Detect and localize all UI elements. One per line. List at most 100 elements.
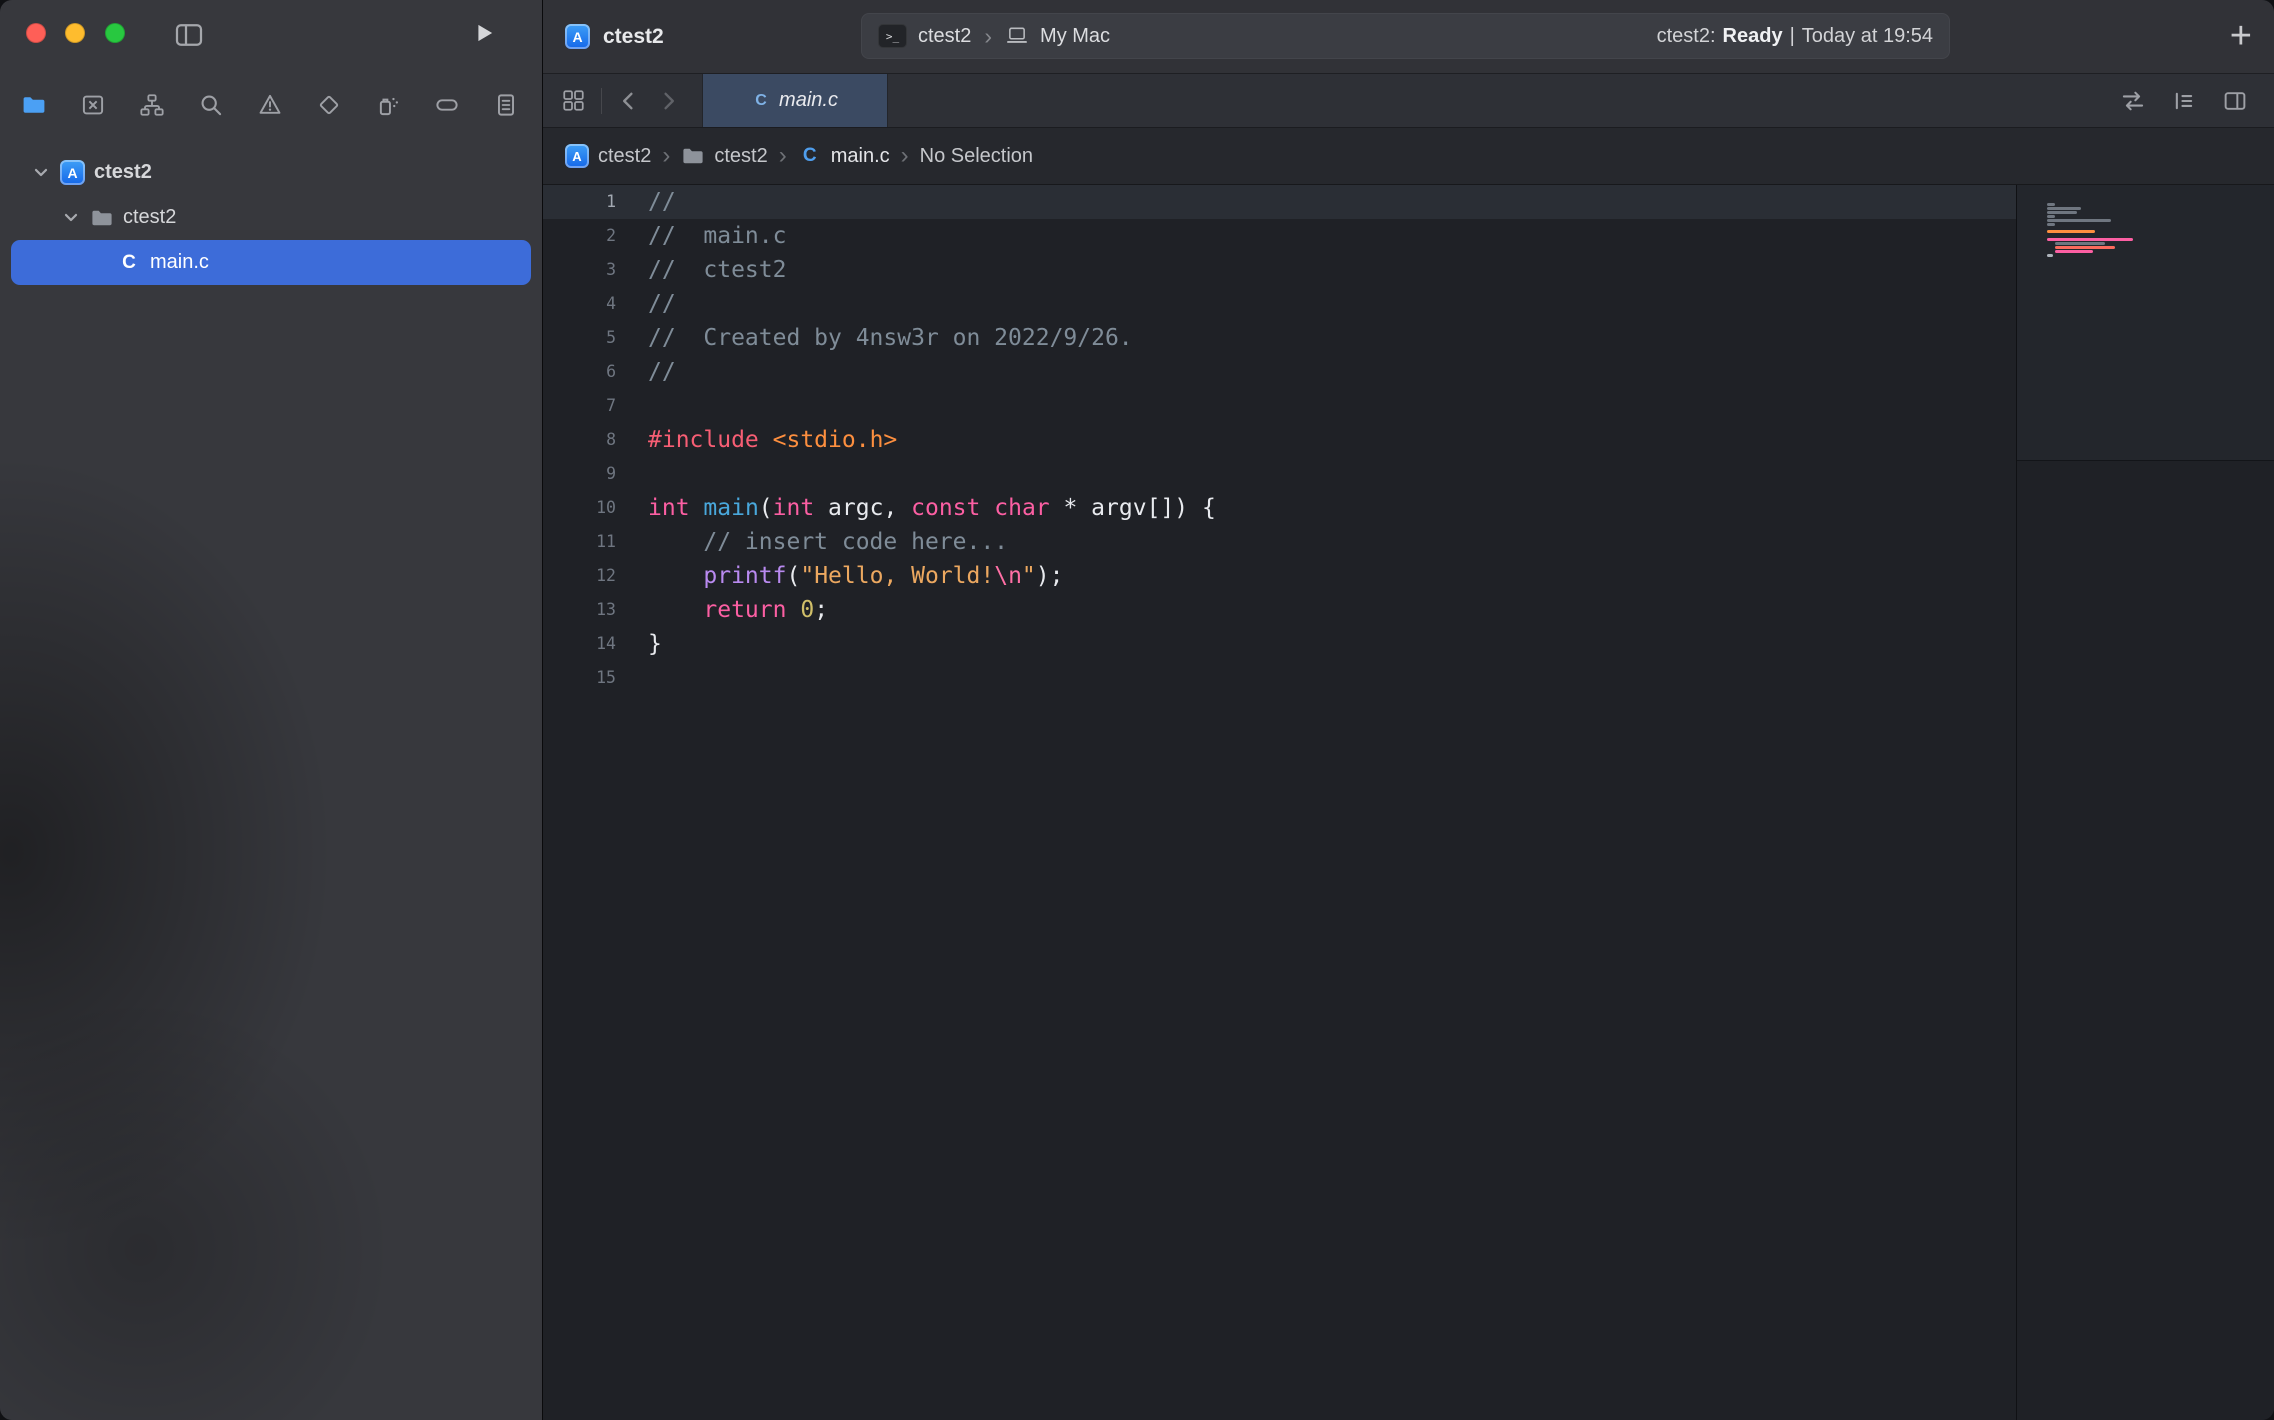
code-line: 14}: [543, 627, 2016, 661]
code-line: 2// main.c: [543, 219, 2016, 253]
status-time-label: Today at 19:54: [1802, 25, 1933, 48]
disclosure-chevron-icon[interactable]: [61, 208, 81, 228]
line-number: 4: [543, 287, 616, 321]
line-number: 10: [543, 491, 616, 525]
scheme-target-label: ctest2: [918, 25, 971, 48]
scheme-menu[interactable]: >_ ctest2: [878, 24, 971, 48]
report-navigator[interactable]: [490, 88, 522, 122]
breadcrumb-item-main.c[interactable]: Cmain.c: [798, 145, 890, 168]
tab-bar-controls: [543, 74, 702, 127]
code-text: [616, 389, 648, 423]
minimap-bar: [2047, 230, 2095, 233]
minimap-content: [2017, 185, 2274, 461]
breadcrumb-label: main.c: [831, 145, 890, 168]
minimap-bar: [2047, 223, 2055, 226]
editor-options-icon[interactable]: [2171, 88, 2197, 114]
sidebar-titlebar: [0, 0, 542, 84]
minimap-bar: [2055, 246, 2115, 249]
editor-tab-main.c[interactable]: Cmain.c: [702, 74, 888, 127]
breakpoint-navigator[interactable]: [431, 88, 463, 122]
tree-item-label: ctest2: [123, 206, 176, 229]
tree-item-main.c[interactable]: Cmain.c: [11, 240, 531, 285]
folder-icon: [90, 206, 114, 230]
zoom-window-button[interactable]: [105, 23, 125, 43]
warning-icon: [257, 92, 283, 118]
close-window-button[interactable]: [26, 23, 46, 43]
code-text: //: [616, 185, 676, 219]
code-text: //: [616, 287, 676, 321]
breadcrumb-item-ctest2[interactable]: ctest2: [681, 144, 767, 168]
line-number: 3: [543, 253, 616, 287]
find-navigator[interactable]: [195, 88, 227, 122]
add-editor-icon[interactable]: [2222, 88, 2248, 114]
minimap[interactable]: [2016, 185, 2274, 1420]
tab-bar: Cmain.c: [543, 74, 2274, 128]
destination-label: My Mac: [1040, 25, 1110, 48]
disclosure-chevron-icon[interactable]: [31, 163, 51, 183]
xcode-window: Actest2ctest2Cmain.c A ctest2 >_ ctest2 …: [0, 0, 2274, 1420]
breadcrumb-label: ctest2: [714, 145, 767, 168]
minimap-bar: [2047, 219, 2111, 222]
project-navigator[interactable]: [18, 88, 50, 122]
run-button[interactable]: [470, 19, 498, 47]
line-number: 13: [543, 593, 616, 627]
window-title: ctest2: [603, 25, 664, 49]
project-tree: Actest2ctest2Cmain.c: [0, 150, 542, 285]
source-control-navigator[interactable]: [77, 88, 109, 122]
code-text: printf("Hello, World!\n");: [616, 559, 1063, 593]
line-number: 9: [543, 457, 616, 491]
breadcrumb-item-no-selection[interactable]: No Selection: [920, 145, 1033, 168]
chevron-separator-icon: ›: [662, 142, 670, 170]
line-number: 15: [543, 661, 616, 695]
line-number: 7: [543, 389, 616, 423]
code-text: //: [616, 355, 676, 389]
tree-item-ctest2[interactable]: ctest2: [11, 195, 531, 240]
chevron-separator-icon: ›: [901, 142, 909, 170]
breadcrumb-item-ctest2[interactable]: Actest2: [565, 144, 651, 168]
back-chevron-icon[interactable]: [617, 89, 641, 113]
debug-navigator[interactable]: [372, 88, 404, 122]
library-add-button[interactable]: +: [2230, 0, 2252, 73]
tree-item-ctest2[interactable]: Actest2: [11, 150, 531, 195]
project-title-group: A ctest2: [565, 0, 664, 73]
line-number: 1: [543, 185, 616, 219]
line-number: 11: [543, 525, 616, 559]
code-editor[interactable]: 1//2// main.c3// ctest24//5// Created by…: [543, 185, 2274, 1420]
issue-navigator[interactable]: [254, 88, 286, 122]
sidebar-toggle-icon[interactable]: [174, 20, 204, 50]
tree-item-label: ctest2: [94, 161, 152, 184]
laptop-icon: [1005, 25, 1029, 47]
code-text: [616, 457, 648, 491]
code-line: 7: [543, 389, 2016, 423]
symbol-navigator[interactable]: [136, 88, 168, 122]
x-square-icon: [80, 92, 106, 118]
hierarchy-icon: [139, 92, 165, 118]
code-line: 9: [543, 457, 2016, 491]
build-status: ctest2: Ready | Today at 19:54: [1657, 25, 1933, 48]
minimap-bar: [2047, 215, 2055, 218]
status-separator: |: [1790, 25, 1795, 48]
activity-viewer[interactable]: >_ ctest2 › My Mac ctest2: Ready | Today…: [861, 13, 1950, 59]
related-items-icon[interactable]: [561, 88, 586, 113]
search-icon: [198, 92, 224, 118]
destination-menu[interactable]: My Mac: [1005, 25, 1110, 48]
chevron-separator-icon: ›: [779, 142, 787, 170]
minimize-window-button[interactable]: [65, 23, 85, 43]
status-state-label: Ready: [1723, 25, 1783, 48]
code-line: 6//: [543, 355, 2016, 389]
forward-chevron-icon[interactable]: [656, 89, 680, 113]
line-number: 2: [543, 219, 616, 253]
line-number: 6: [543, 355, 616, 389]
minimap-bar: [2047, 211, 2077, 214]
main-area: A ctest2 >_ ctest2 › My Mac ctest2: Rea: [543, 0, 2274, 1420]
code-line: 8#include <stdio.h>: [543, 423, 2016, 457]
folder-icon: [681, 144, 705, 168]
minimap-bar: [2055, 242, 2105, 245]
minimap-bar: [2055, 250, 2093, 253]
test-navigator[interactable]: [313, 88, 345, 122]
code-lines: 1//2// main.c3// ctest24//5// Created by…: [543, 185, 2016, 695]
code-text: // main.c: [616, 219, 786, 253]
c-file-icon: C: [752, 92, 770, 110]
swap-editor-icon[interactable]: [2120, 88, 2146, 114]
spray-icon: [375, 92, 401, 118]
